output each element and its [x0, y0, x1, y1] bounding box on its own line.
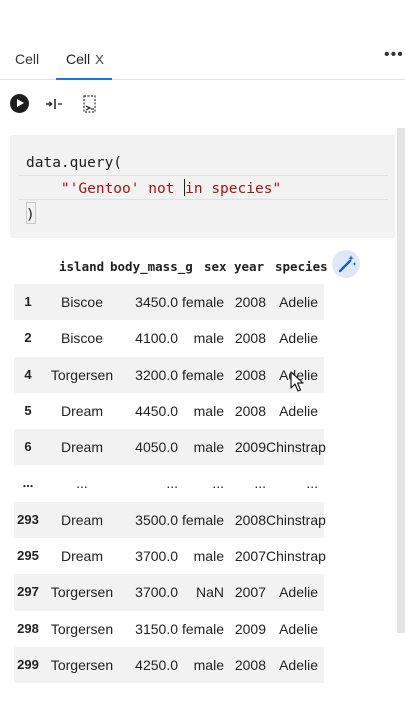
cell-body-mass-g: 3700.0 — [135, 548, 178, 565]
cell-sex: female — [182, 511, 225, 528]
merge-cells-icon — [46, 99, 62, 109]
cell-body-mass-g: 4050.0 — [135, 439, 178, 456]
cell-sex: female — [182, 294, 225, 310]
table-row: 6 Dream 4050.0 male 2009 Chinstrap — [14, 429, 326, 466]
tab-cell-1[interactable]: Cell — [15, 51, 39, 67]
cell-index: 5 — [24, 402, 32, 418]
cell-index: 299 — [17, 656, 39, 672]
scrollbar[interactable] — [397, 128, 405, 633]
tab-bar: Cell Cell X ••• — [0, 38, 405, 80]
dataframe-output: island body_mass_g sex year species 1 Bis… — [14, 248, 328, 684]
cell-sex: male — [193, 656, 224, 673]
cell-body-mass-g: 4250.0 — [135, 656, 178, 673]
cell-sex: ... — [212, 475, 224, 492]
code-cell[interactable]: data.query( "'Gentoo' not in species" ) — [10, 135, 395, 238]
cell-index: 2 — [24, 330, 32, 346]
cell-index: 297 — [17, 584, 39, 600]
cell-year: 2008 — [234, 294, 266, 310]
cell-species: Chinstrap — [266, 511, 326, 528]
column-header-island: island — [59, 259, 105, 274]
table-row: 299 Torgersen 4250.0 male 2008 Adelie — [14, 646, 324, 684]
cell-sex: male — [193, 402, 224, 419]
code-editor[interactable]: data.query( "'Gentoo' not in species" ) — [26, 150, 281, 228]
magic-wand-button[interactable] — [332, 250, 360, 278]
cell-body-mass-g: 4100.0 — [135, 330, 178, 347]
cell-body-mass-g: 4450.0 — [135, 402, 178, 419]
cell-body-mass-g: 3700.0 — [135, 584, 178, 601]
cell-species: Adelie — [279, 402, 318, 419]
tab-label: Cell — [66, 51, 91, 67]
run-cell-button[interactable] — [10, 94, 30, 114]
cell-species: Adelie — [279, 330, 318, 347]
table-row: 2 Biscoe 4100.0 male 2008 Adelie — [14, 320, 324, 356]
table-row: 5 Dream 4450.0 male 2008 Adelie — [14, 393, 324, 429]
magic-wand-icon — [338, 255, 357, 273]
cell-index: ... — [22, 475, 34, 491]
cell-index: 1 — [24, 294, 32, 309]
column-header-sex: sex — [204, 259, 227, 274]
merge-cells-button[interactable] — [44, 94, 64, 114]
cell-sex: male — [193, 439, 224, 456]
mouse-pointer-icon — [290, 371, 304, 392]
play-circle-icon — [10, 94, 29, 113]
code-string-part-1: "'Gentoo' not — [60, 181, 184, 197]
cell-sex: female — [182, 620, 225, 637]
cell-index: 6 — [24, 439, 32, 455]
table-row: 1 Biscoe 3450.0 female 2008 Adelie — [14, 284, 324, 321]
more-options-button[interactable]: ••• — [384, 46, 404, 64]
column-header-species: species — [275, 259, 328, 274]
split-cell-icon — [83, 95, 96, 113]
cell-year: 2007 — [234, 584, 266, 601]
active-tab-indicator — [56, 78, 112, 80]
cell-species: Chinstrap — [266, 548, 326, 565]
table-header: island body_mass_g sex year species — [14, 248, 328, 284]
cell-sex: female — [182, 366, 225, 383]
table-row: .................. — [14, 465, 324, 501]
table-row: 298 Torgersen 3150.0 female 2009 Adelie — [14, 611, 324, 647]
column-header-year: year — [234, 259, 265, 274]
cell-species: Adelie — [279, 584, 318, 601]
cell-year: 2009 — [234, 439, 266, 456]
table-row: 295 Dream 3700.0 male 2007 Chinstrap — [14, 538, 326, 574]
cell-year: 2009 — [234, 620, 266, 637]
cell-year: 2008 — [234, 402, 266, 419]
table-row: 4 Torgersen 3200.0 female 2008 Adelie — [14, 356, 324, 393]
cell-species: ... — [306, 475, 318, 492]
cell-index: 298 — [17, 620, 39, 636]
cell-body-mass-g: 3450.0 — [135, 294, 178, 310]
table-body: 1 Biscoe 3450.0 female 2008 Adelie 2 Biscoe 4100… — [14, 284, 326, 684]
cell-year: 2008 — [234, 656, 266, 673]
cell-index: 295 — [17, 548, 39, 564]
code-string-part-2: in species" — [185, 181, 282, 197]
tab-cell-2[interactable]: Cell X — [66, 51, 104, 67]
cell-body-mass-g: 3150.0 — [135, 620, 178, 637]
cell-index: 4 — [24, 366, 32, 382]
cell-year: ... — [254, 475, 266, 492]
table-row: 293 Dream 3500.0 female 2008 Chinstrap — [14, 501, 326, 539]
cell-body-mass-g: 3500.0 — [135, 511, 178, 528]
cell-species: Chinstrap — [266, 439, 326, 456]
cell-sex: male — [193, 548, 224, 565]
cell-sex: male — [193, 330, 224, 347]
column-header-body-mass: body_mass_g — [110, 259, 193, 274]
cell-species: Adelie — [279, 294, 318, 310]
cell-year: 2007 — [234, 548, 266, 565]
code-line-1: data.query( — [26, 155, 123, 171]
cell-year: 2008 — [234, 330, 266, 347]
cell-sex: NaN — [195, 584, 224, 601]
cell-index: 293 — [17, 511, 39, 527]
tab-close-button[interactable]: X — [95, 52, 104, 67]
cell-year: 2008 — [234, 366, 266, 383]
cell-species: Adelie — [279, 620, 318, 637]
cell-year: 2008 — [234, 511, 266, 528]
table-row: 297 Torgersen 3700.0 NaN 2007 Adelie — [14, 574, 324, 611]
bracket-match-highlight — [26, 202, 36, 224]
split-cell-button[interactable] — [80, 94, 100, 114]
cell-toolbar — [0, 88, 405, 120]
cell-body-mass-g: 3200.0 — [135, 366, 178, 383]
cell-species: Adelie — [279, 656, 318, 673]
cell-body-mass-g: ... — [166, 475, 178, 492]
